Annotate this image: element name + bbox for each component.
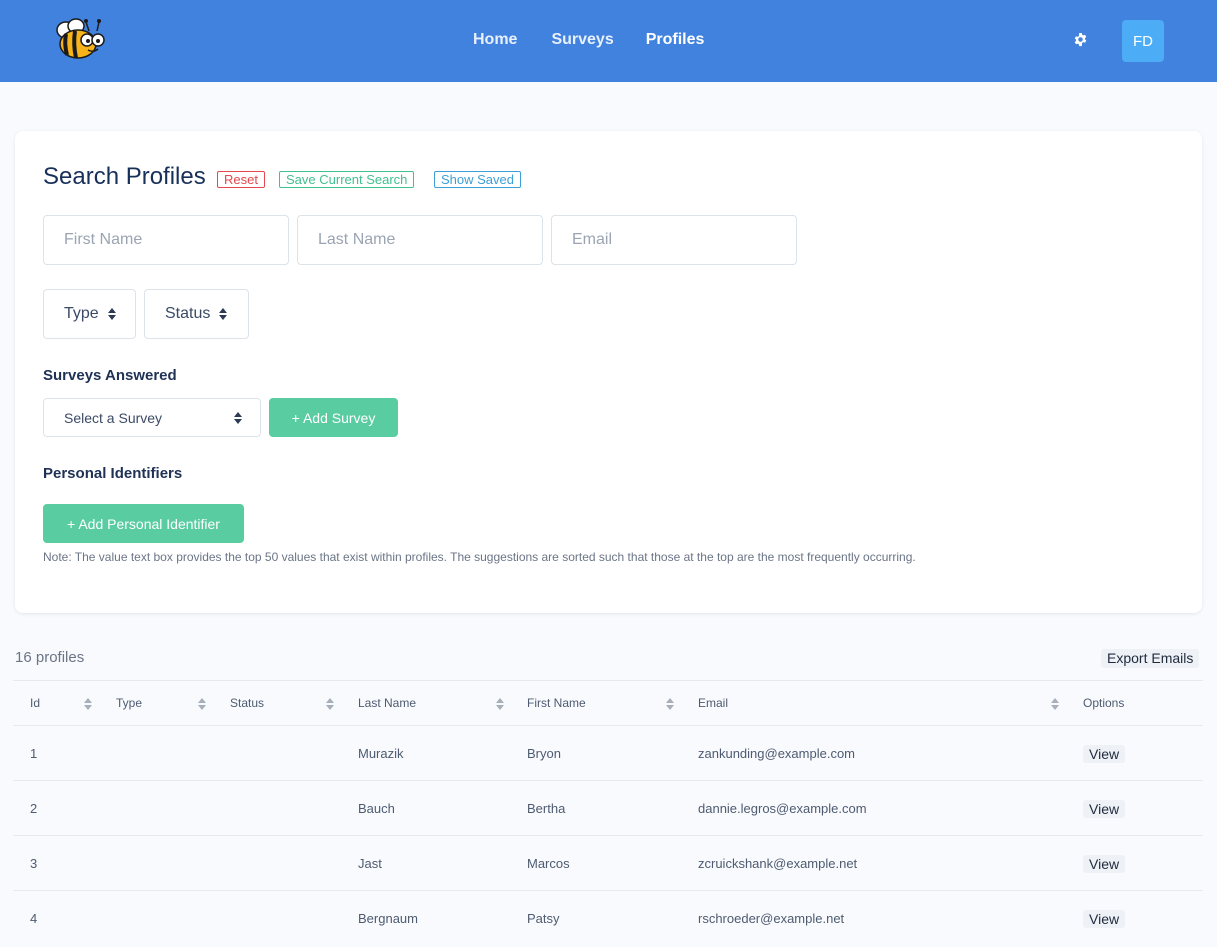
cell-last-name: Murazik [358, 745, 404, 761]
cell-options: View [1083, 836, 1183, 890]
cell-last-name: Jast [358, 855, 382, 871]
last-name-input[interactable] [297, 215, 543, 265]
identifier-note: Note: The value text box provides the to… [43, 550, 916, 564]
view-button[interactable]: View [1083, 800, 1126, 818]
sort-updown-icon[interactable] [84, 698, 92, 710]
table-row: 1 Murazik Bryon zankunding@example.com V… [13, 725, 1203, 780]
top-navbar: Home Surveys Profiles FD [0, 0, 1217, 82]
cell-status [230, 891, 330, 945]
column-header-last-name[interactable]: Last Name [358, 681, 503, 725]
profile-count: 16 profiles [15, 649, 85, 666]
sort-updown-icon [107, 308, 116, 320]
type-dropdown-label: Type [64, 305, 99, 322]
add-personal-identifier-button[interactable]: + Add Personal Identifier [43, 504, 244, 543]
surveys-answered-heading: Surveys Answered [43, 367, 177, 384]
cell-type [116, 726, 206, 780]
table-header-row: Id Type Status Last Name First Name Emai… [13, 680, 1203, 725]
nav-surveys[interactable]: Surveys [551, 30, 613, 52]
sort-updown-icon [234, 412, 242, 424]
column-header-email[interactable]: Email [698, 681, 1048, 725]
table-row: 3 Jast Marcos zcruickshank@example.net V… [13, 835, 1203, 890]
sort-updown-icon [219, 308, 228, 320]
column-header-first-name[interactable]: First Name [527, 681, 672, 725]
column-header-status[interactable]: Status [230, 681, 330, 725]
cell-status [230, 781, 330, 835]
cell-email: dannie.legros@example.com [698, 800, 867, 816]
cell-type [116, 891, 206, 945]
survey-select[interactable]: Select a Survey [43, 398, 261, 437]
nav-home[interactable]: Home [473, 30, 517, 52]
cell-email: zcruickshank@example.net [698, 855, 858, 871]
bee-logo-icon[interactable] [52, 14, 106, 62]
cell-id: 4 [30, 910, 38, 926]
cell-first-name: Bryon [527, 745, 561, 761]
cell-id: 2 [30, 800, 38, 816]
cell-last-name: Bauch [358, 800, 395, 816]
avatar[interactable]: FD [1122, 20, 1164, 62]
table-row: 2 Bauch Bertha dannie.legros@example.com… [13, 780, 1203, 835]
view-button[interactable]: View [1083, 855, 1126, 873]
cell-status [230, 726, 330, 780]
reset-button[interactable]: Reset [217, 171, 265, 188]
cell-email: zankunding@example.com [698, 745, 856, 761]
cell-first-name: Patsy [527, 910, 560, 926]
add-survey-button[interactable]: + Add Survey [269, 398, 398, 437]
cell-options: View [1083, 781, 1183, 835]
export-emails-button[interactable]: Export Emails [1101, 649, 1200, 668]
main-nav: Home Surveys Profiles [473, 30, 704, 52]
sort-updown-icon[interactable] [1051, 698, 1059, 710]
view-button[interactable]: View [1083, 745, 1126, 763]
personal-identifiers-heading: Personal Identifiers [43, 465, 183, 482]
cell-options: View [1083, 891, 1183, 945]
sort-updown-icon[interactable] [198, 698, 206, 710]
page-title: Search Profiles [43, 163, 206, 190]
column-header-type[interactable]: Type [116, 681, 206, 725]
sort-updown-icon[interactable] [326, 698, 334, 710]
cell-last-name: Bergnaum [358, 910, 418, 926]
type-dropdown[interactable]: Type [43, 289, 136, 339]
cell-id: 1 [30, 745, 38, 761]
cell-options: View [1083, 726, 1183, 780]
show-saved-button[interactable]: Show Saved [434, 171, 521, 188]
first-name-input[interactable] [43, 215, 289, 265]
status-dropdown-label: Status [165, 305, 211, 322]
nav-profiles[interactable]: Profiles [646, 30, 705, 52]
gear-icon[interactable] [1073, 32, 1088, 47]
status-dropdown[interactable]: Status [144, 289, 249, 339]
column-header-options: Options [1083, 696, 1125, 710]
cell-id: 3 [30, 855, 38, 871]
cell-status [230, 836, 330, 890]
cell-email: rschroeder@example.net [698, 910, 845, 926]
cell-type [116, 781, 206, 835]
sort-updown-icon[interactable] [496, 698, 504, 710]
search-profiles-card: Search Profiles Reset Save Current Searc… [15, 131, 1202, 613]
survey-select-label: Select a Survey [64, 409, 163, 426]
table-row: 4 Bergnaum Patsy rschroeder@example.net … [13, 890, 1203, 945]
cell-first-name: Marcos [527, 855, 570, 871]
view-button[interactable]: View [1083, 910, 1126, 928]
profiles-table: Id Type Status Last Name First Name Emai… [13, 680, 1203, 945]
cell-type [116, 836, 206, 890]
sort-updown-icon[interactable] [666, 698, 674, 710]
save-current-search-button[interactable]: Save Current Search [279, 171, 415, 188]
cell-first-name: Bertha [527, 800, 566, 816]
email-input[interactable] [551, 215, 797, 265]
